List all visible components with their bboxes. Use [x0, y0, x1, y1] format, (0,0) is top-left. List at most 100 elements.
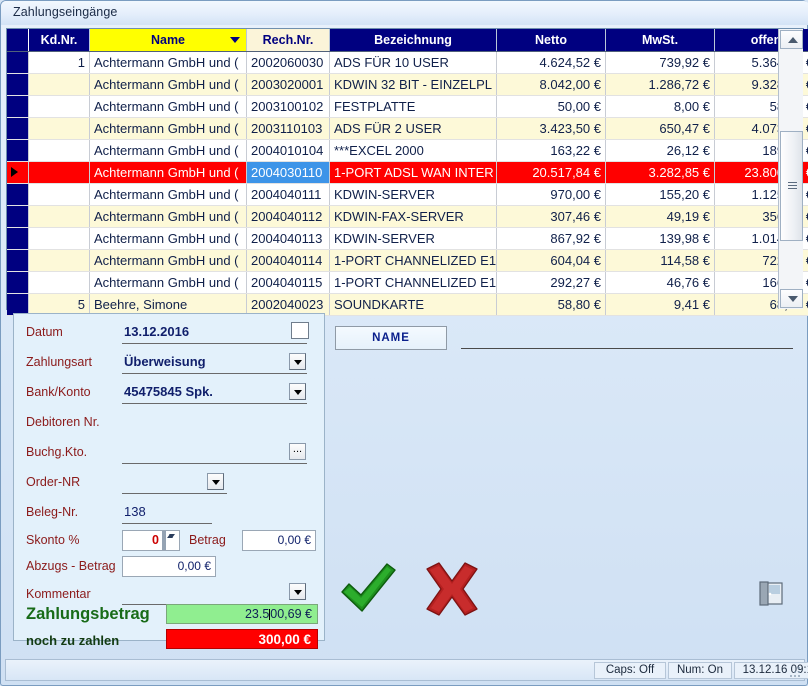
cell-mwst[interactable]: 9,41 €	[605, 293, 715, 316]
cell-kd[interactable]	[28, 139, 90, 162]
cell-netto[interactable]: 58,80 €	[496, 293, 606, 316]
cell-name[interactable]: Achtermann GmbH und (	[89, 271, 247, 294]
cell-mwst[interactable]: 139,98 €	[605, 227, 715, 250]
row-indicator[interactable]	[7, 161, 29, 184]
scroll-up-button[interactable]	[780, 30, 803, 49]
cell-mwst[interactable]: 1.286,72 €	[605, 73, 715, 96]
cell-kd[interactable]	[28, 227, 90, 250]
cell-kd[interactable]: 1	[28, 51, 90, 74]
row-indicator[interactable]	[7, 117, 29, 140]
dropdown-zahlungsart[interactable]	[289, 353, 306, 370]
cell-mwst[interactable]: 46,76 €	[605, 271, 715, 294]
cell-mwst[interactable]: 114,58 €	[605, 249, 715, 272]
table-row[interactable]: Achtermann GmbH und (2003020001 KDWIN 32 …	[7, 73, 808, 96]
cell-bez[interactable]: KDWIN-SERVER	[329, 227, 497, 250]
value-bank-konto[interactable]: 45475845 Spk.	[124, 384, 213, 399]
cell-kd[interactable]	[28, 73, 90, 96]
row-indicator[interactable]	[7, 227, 29, 250]
cell-netto[interactable]: 20.517,84 €	[496, 161, 606, 184]
cell-mwst[interactable]: 155,20 €	[605, 183, 715, 206]
table-row[interactable]: Achtermann GmbH und (2004010104 ***EXCEL …	[7, 139, 808, 162]
betrag-input[interactable]: 0,00 €	[242, 530, 316, 551]
scrollbar-thumb[interactable]	[780, 131, 803, 241]
table-row[interactable]: Achtermann GmbH und (2004040115 1-PORT CH…	[7, 271, 808, 294]
value-zahlungsart[interactable]: Überweisung	[124, 354, 206, 369]
exit-door-icon[interactable]	[757, 579, 785, 607]
row-indicator[interactable]	[7, 249, 29, 272]
name-input-underline[interactable]	[461, 348, 793, 349]
row-indicator[interactable]	[7, 205, 29, 228]
cell-mwst[interactable]: 49,19 €	[605, 205, 715, 228]
cell-netto[interactable]: 163,22 €	[496, 139, 606, 162]
cell-netto[interactable]: 307,46 €	[496, 205, 606, 228]
cell-name[interactable]: Achtermann GmbH und (	[89, 51, 247, 74]
calendar-icon[interactable]	[291, 322, 309, 339]
table-row[interactable]: 1 Achtermann GmbH und (2002060030 ADS FÜR …	[7, 51, 808, 74]
cell-bez[interactable]: SOUNDKARTE	[329, 293, 497, 316]
column-header-kdnr[interactable]: Kd.Nr.	[28, 29, 90, 52]
cell-netto[interactable]: 292,27 €	[496, 271, 606, 294]
cell-bez[interactable]: 1-PORT CHANNELIZED E1	[329, 271, 497, 294]
table-row[interactable]: Achtermann GmbH und (2004030110 1-PORT AD…	[7, 161, 808, 184]
cell-kd[interactable]	[28, 95, 90, 118]
skonto-decrement-button[interactable]	[164, 531, 175, 550]
row-indicator[interactable]	[7, 95, 29, 118]
dropdown-bank-konto[interactable]	[289, 383, 306, 400]
column-header-rechnr[interactable]: Rech.Nr.	[246, 29, 330, 52]
cell-rech[interactable]: 2004040111	[246, 183, 330, 206]
table-row[interactable]: Achtermann GmbH und (2004040112 KDWIN-FAX…	[7, 205, 808, 228]
table-row[interactable]: Achtermann GmbH und (2003100102 FESTPLATT…	[7, 95, 808, 118]
cell-bez[interactable]: 1-PORT CHANNELIZED E1	[329, 249, 497, 272]
cell-kd[interactable]	[28, 183, 90, 206]
cell-kd[interactable]	[28, 249, 90, 272]
cell-mwst[interactable]: 8,00 €	[605, 95, 715, 118]
dropdown-kommentar[interactable]	[289, 583, 306, 600]
cell-rech[interactable]: 2003020001	[246, 73, 330, 96]
skonto-stepper[interactable]: 0	[122, 530, 180, 551]
column-header-name[interactable]: Name	[89, 29, 247, 52]
table-row[interactable]: Achtermann GmbH und (2004040114 1-PORT CH…	[7, 249, 808, 272]
skonto-stepper-buttons[interactable]	[162, 531, 177, 550]
cell-name[interactable]: Achtermann GmbH und (	[89, 95, 247, 118]
row-indicator[interactable]	[7, 51, 29, 74]
cell-bez[interactable]: KDWIN-FAX-SERVER	[329, 205, 497, 228]
cell-kd[interactable]	[28, 117, 90, 140]
cell-name[interactable]: Achtermann GmbH und (	[89, 205, 247, 228]
column-header-bezeichnung[interactable]: Bezeichnung	[329, 29, 497, 52]
cell-mwst[interactable]: 739,92 €	[605, 51, 715, 74]
cell-rech[interactable]: 2004010104	[246, 139, 330, 162]
cell-netto[interactable]: 50,00 €	[496, 95, 606, 118]
scroll-down-button[interactable]	[780, 289, 803, 308]
table-row[interactable]: Achtermann GmbH und (2003110103 ADS FÜR 2…	[7, 117, 808, 140]
cancel-x-button[interactable]	[421, 559, 483, 619]
confirm-checkmark-button[interactable]	[337, 559, 399, 619]
cell-rech[interactable]: 2004040114	[246, 249, 330, 272]
cell-bez[interactable]: KDWIN-SERVER	[329, 183, 497, 206]
cell-rech[interactable]: 2004040112	[246, 205, 330, 228]
cell-netto[interactable]: 867,92 €	[496, 227, 606, 250]
cell-name[interactable]: Achtermann GmbH und (	[89, 249, 247, 272]
cell-rech[interactable]: 2003110103	[246, 117, 330, 140]
cell-bez[interactable]: FESTPLATTE	[329, 95, 497, 118]
cell-rech[interactable]: 2004030110	[246, 161, 330, 184]
cell-name[interactable]: Achtermann GmbH und (	[89, 117, 247, 140]
cell-bez[interactable]: ***EXCEL 2000	[329, 139, 497, 162]
cell-mwst[interactable]: 3.282,85 €	[605, 161, 715, 184]
cell-netto[interactable]: 4.624,52 €	[496, 51, 606, 74]
resize-grip-icon[interactable]	[789, 666, 801, 678]
cell-netto[interactable]: 604,04 €	[496, 249, 606, 272]
row-indicator[interactable]	[7, 271, 29, 294]
table-row[interactable]: Achtermann GmbH und (2004040111 KDWIN-SER…	[7, 183, 808, 206]
cell-mwst[interactable]: 650,47 €	[605, 117, 715, 140]
cell-name[interactable]: Achtermann GmbH und (	[89, 161, 247, 184]
name-button[interactable]: NAME	[335, 326, 447, 350]
cell-name[interactable]: Achtermann GmbH und (	[89, 227, 247, 250]
cell-kd[interactable]	[28, 205, 90, 228]
cell-bez[interactable]: KDWIN 32 BIT - EINZELPL	[329, 73, 497, 96]
row-indicator[interactable]	[7, 73, 29, 96]
grid-vertical-scrollbar[interactable]	[778, 29, 803, 309]
cell-name[interactable]: Achtermann GmbH und (	[89, 183, 247, 206]
dropdown-order-nr[interactable]	[207, 473, 224, 490]
cell-netto[interactable]: 3.423,50 €	[496, 117, 606, 140]
cell-mwst[interactable]: 26,12 €	[605, 139, 715, 162]
